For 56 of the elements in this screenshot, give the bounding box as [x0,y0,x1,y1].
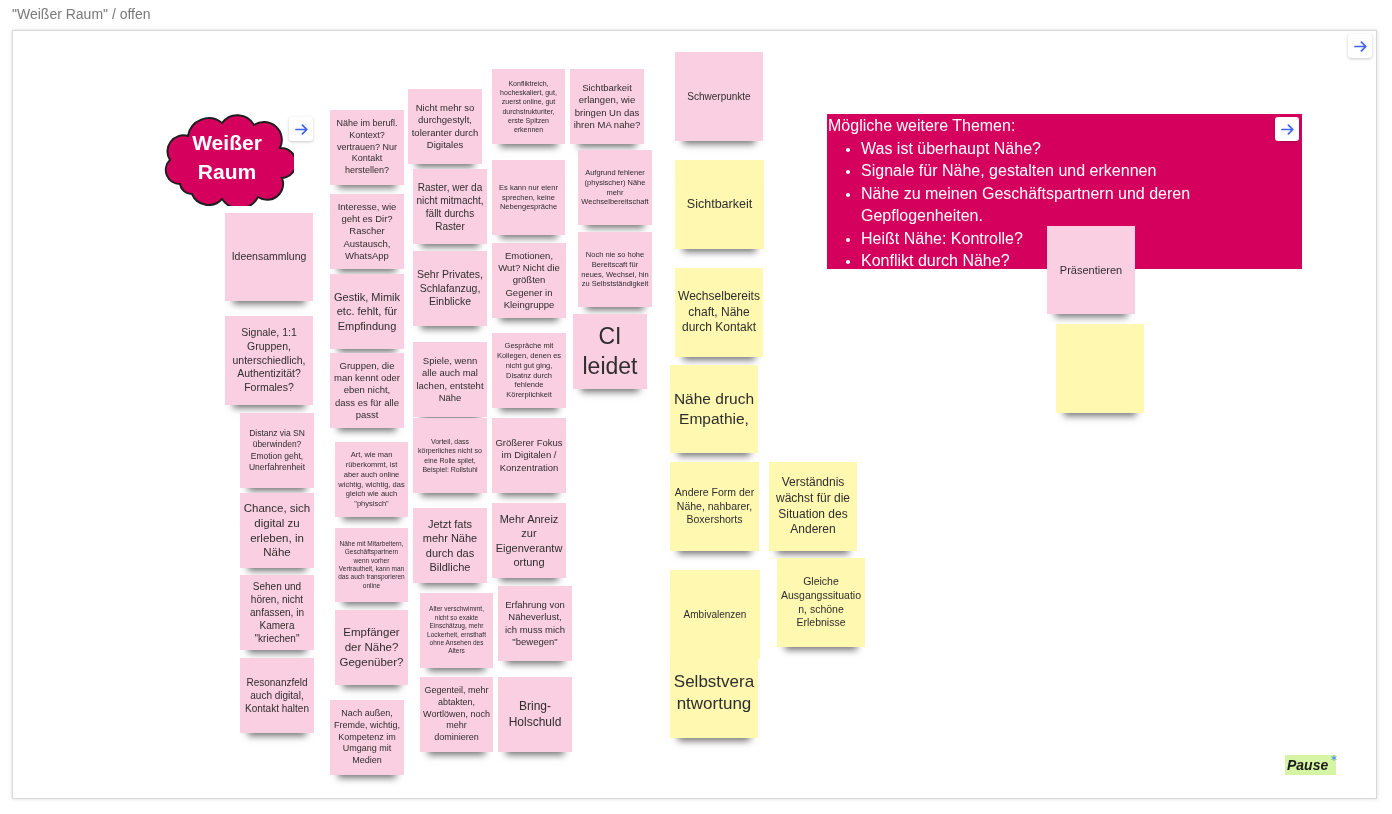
note-text: Mehr Anreiz zur Eigenverantwortung [495,511,563,570]
pause-label: Pause [1285,755,1337,775]
arrow-right-icon [1353,40,1367,52]
note-text: Sehen und hören, nicht anfassen, in Kamera "kriechen" [249,580,305,645]
list-item-text: Was ist überhaupt Nähe? [861,138,1041,159]
arrow-right-icon [1280,123,1294,135]
note-text: Bring-Holschuld [507,698,563,731]
note-text: Sehr Privates, Schlafanzug, Einblicke [416,268,484,309]
note-text: Größerer Fokus im Digitalen / Konzentration [495,437,563,474]
bullet-icon [846,192,850,197]
note-text: Ideensammlung [231,250,307,264]
note-text: Schwerpunkte [687,90,751,103]
note-text: Gestik, Mimik etc. fehlt, für Empfindung [333,290,401,333]
arrow-right-icon [294,123,308,135]
note-text: Emotionen, Wut? Nicht die größten Gegener in Kleingruppe [497,249,561,312]
board-title: "Weißer Raum" / offen [12,5,151,24]
bullet-icon [846,260,850,264]
note-text: Nähe druch Empathie, [673,388,755,429]
bullet-icon [846,237,850,242]
note-text: Distanz via SN überwinden? Emotion geht, Unerfahrenheit [247,428,307,473]
note-text: Sichtbarkeit [686,196,753,213]
note-text: Raster, wer da nicht mitmacht, fällt durchs Raster [416,180,484,233]
arrow-button[interactable] [1348,34,1372,58]
list-item-text: Heißt Nähe: Kontrolle? [861,228,1023,249]
note-text: Signale, 1:1 Gruppen, unterschiedlich, Authentizität? Formales? [231,326,307,395]
note-text: Empfänger der Nähe? Gegenüber? [338,625,405,670]
list-item-text: Konflikt durch Nähe? [861,251,1010,271]
note-text: Chance, sich digital zu erleben, in Nähe [243,500,311,561]
note-text: Verständnis wächst für die Situation des Anderen [774,475,851,538]
note-text: CI leidet [581,321,639,381]
note-text: Gegenteil, mehr abtakten, Wortlöwen, noch mehr dominieren [423,685,490,744]
note-text: Nähe im berufl. Kontext? vertrauen? Nur Kontakt herstellen? [335,118,399,177]
note-text: Andere Form der Nähe, nahbarer, Boxershorts [673,486,756,527]
note-text: Gruppen, die man kennt oder eben nicht, dass es für alle passt [333,359,401,422]
note-text: Selbstverantwortung [673,670,755,715]
note-text: Interesse, wie geht es Dir? Rascher Austausch, WhatsApp [336,200,398,263]
panel-title: Mögliche weitere Themen: [828,116,1016,136]
note-text: Nicht mehr so durchgestylt, toleranter durch Digitales [411,101,479,152]
asterisk-icon [1331,755,1337,761]
note-text: Jetzt fats mehr Nähe durch das Bildliche [421,516,479,575]
bullet-icon [846,170,850,174]
bullet-icon [846,147,850,152]
cloud-label: Weißer Raum [191,130,263,185]
note-text: Gleiche Ausgangssituation, schöne Erlebnisse [780,575,862,630]
note-text: Wechselbereitschaft, Nähe durch Kontakt [678,289,760,336]
note-text: Präsentieren [1059,262,1123,278]
note-text: Nach außen, Fremde, wichtig, Kompetenz im Umgang mit Medien [333,708,401,767]
note-text: Sichtbarkeit erlangen, wie bringen Un das ihren MA nahe? [573,81,641,132]
note-text: Resonanzfeld auch digital, Kontakt halten [244,676,310,715]
list-item-text: Signale für Nähe, gestalten und erkennen [861,161,1157,181]
arrow-button[interactable] [289,117,313,141]
list-item-text: Nähe zu meinen Geschäftspartnern und deren Gepflogenheiten. [861,183,1192,226]
arrow-button[interactable] [1275,117,1299,141]
note-text: Spiele, wenn alle auch mal lachen, entsteht Nähe [416,354,484,405]
note-text: Erfahrung von Näheverlust, ich muss mich "bewegen" [503,598,567,649]
note-text: Ambivalenzen [683,608,747,621]
